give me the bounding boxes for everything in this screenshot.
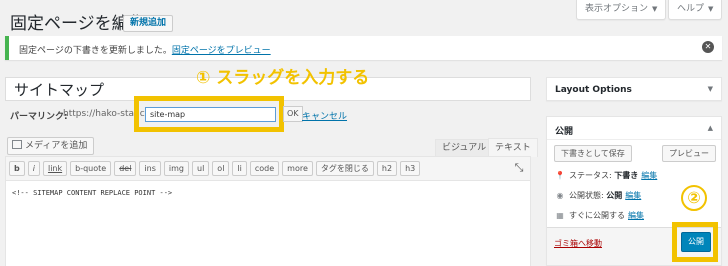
- schedule-row: ▦ すぐに公開する 編集: [555, 210, 644, 221]
- tab-visual[interactable]: ビジュアル: [435, 139, 494, 156]
- slug-cancel-link[interactable]: キャンセル: [302, 109, 347, 122]
- text-editor: b i link b-quote del ins img ul ol li co…: [5, 156, 531, 266]
- publish-box-title[interactable]: 公開: [555, 124, 573, 137]
- qt-blockquote-button[interactable]: b-quote: [70, 161, 112, 176]
- publish-button[interactable]: 公開: [681, 232, 711, 252]
- screen-options-button[interactable]: 表示オプション ▼: [576, 0, 667, 20]
- visibility-edit-link[interactable]: 編集: [625, 191, 641, 200]
- qt-li-button[interactable]: li: [232, 161, 247, 176]
- help-label: ヘルプ: [677, 4, 705, 14]
- eye-icon: ◉: [556, 191, 564, 200]
- status-label: ステータス:: [569, 171, 612, 180]
- qt-ul-button[interactable]: ul: [192, 161, 210, 176]
- quicktags-buttons: b i link b-quote del ins img ul ol li co…: [9, 161, 421, 176]
- screen-options-label: 表示オプション: [585, 4, 649, 14]
- tab-text[interactable]: テキスト: [488, 138, 538, 157]
- qt-ol-button[interactable]: ol: [212, 161, 230, 176]
- qt-img-button[interactable]: img: [163, 161, 189, 176]
- caret-down-icon: ▼: [708, 5, 714, 13]
- qt-bold-button[interactable]: b: [9, 161, 25, 176]
- layout-options-box: Layout Options ▼: [546, 77, 722, 101]
- qt-close-tags-button[interactable]: タグを閉じる: [315, 161, 374, 176]
- visibility-value: 公開: [606, 191, 623, 200]
- annotation-enter-slug: ① スラッグを入力する: [196, 68, 370, 88]
- status-edit-link[interactable]: 編集: [641, 171, 657, 180]
- qt-h3-button[interactable]: h3: [400, 161, 421, 176]
- visibility-label: 公開状態:: [569, 191, 604, 200]
- qt-h2-button[interactable]: h2: [376, 161, 398, 176]
- permalink-label: パーマリンク:: [10, 112, 68, 122]
- add-new-button[interactable]: 新規追加: [123, 15, 174, 32]
- pin-icon: 📍: [555, 171, 565, 180]
- schedule-label: すぐに公開する: [569, 211, 625, 220]
- layout-options-title[interactable]: Layout Options: [555, 85, 632, 95]
- divider: [547, 139, 721, 140]
- notice-text: 固定ページの下書きを更新しました。: [19, 46, 172, 56]
- qt-link-button[interactable]: link: [42, 161, 68, 176]
- status-row: 📍 ステータス: 下書き 編集: [555, 170, 657, 181]
- qt-more-button[interactable]: more: [282, 161, 313, 176]
- help-button[interactable]: ヘルプ ▼: [668, 0, 723, 20]
- slug-ok-button[interactable]: OK: [283, 106, 303, 122]
- caret-down-icon: ▼: [652, 5, 658, 13]
- qt-italic-button[interactable]: i: [27, 161, 40, 176]
- editor-content[interactable]: <!-- SITEMAP CONTENT REPLACE POINT -->: [12, 189, 172, 197]
- add-media-button[interactable]: メディアを追加: [7, 137, 95, 155]
- save-draft-button[interactable]: 下書きとして保存: [554, 145, 632, 162]
- caret-down-icon[interactable]: ▼: [708, 85, 713, 93]
- preview-button[interactable]: プレビュー: [662, 145, 716, 162]
- update-notice: 固定ページの下書きを更新しました。固定ページをプレビュー ✕: [5, 36, 722, 60]
- annotation-step-2: ②: [681, 185, 707, 211]
- qt-code-button[interactable]: code: [249, 161, 280, 176]
- notice-message: 固定ページの下書きを更新しました。固定ページをプレビュー: [19, 43, 271, 56]
- qt-del-button[interactable]: del: [114, 161, 137, 176]
- caret-up-icon[interactable]: ▲: [708, 124, 713, 132]
- quicktags-toolbar: b i link b-quote del ins img ul ol li co…: [6, 157, 530, 181]
- status-value: 下書き: [614, 171, 639, 180]
- fullscreen-icon[interactable]: ⤡: [513, 162, 525, 174]
- add-media-label: メディアを追加: [25, 141, 88, 151]
- qt-ins-button[interactable]: ins: [139, 161, 161, 176]
- dismiss-icon[interactable]: ✕: [702, 41, 714, 53]
- schedule-edit-link[interactable]: 編集: [628, 211, 644, 220]
- media-icon: [12, 140, 22, 149]
- notice-preview-link[interactable]: 固定ページをプレビュー: [172, 46, 271, 56]
- move-to-trash-link[interactable]: ゴミ箱へ移動: [554, 238, 602, 249]
- slug-input[interactable]: site-map: [145, 107, 276, 122]
- visibility-row: ◉ 公開状態: 公開 編集: [555, 190, 642, 201]
- calendar-icon: ▦: [556, 211, 564, 220]
